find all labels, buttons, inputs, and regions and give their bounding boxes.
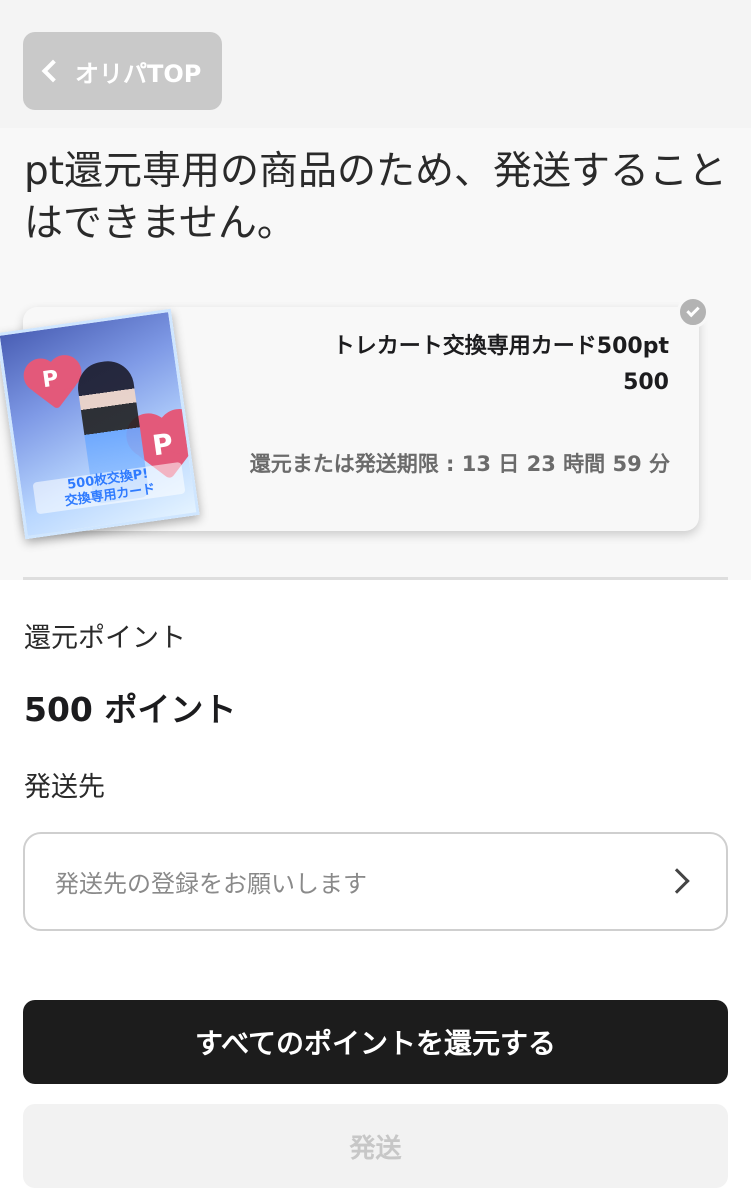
address-field[interactable]: 発送先の登録をお願いします [23, 832, 728, 931]
check-icon [677, 296, 709, 328]
address-label: 発送先 [24, 772, 105, 803]
p-mark: P [40, 366, 61, 394]
top-bar: オリパTOP [0, 0, 751, 128]
notice-text: pt還元専用の商品のため、発送することはできません。 [24, 149, 728, 246]
back-button[interactable]: オリパTOP [23, 32, 222, 110]
chevron-right-icon [664, 868, 690, 894]
address-placeholder: 発送先の登録をお願いします [55, 870, 367, 898]
page: オリパTOP pt還元専用の商品のため、発送することはできません。 P P 50… [0, 0, 751, 1199]
checkmark-icon [686, 303, 700, 318]
points-value: 500 ポイント [24, 690, 237, 729]
card-deadline: 還元または発送期限 : 13 日 23 時間 59 分 [249, 452, 670, 476]
p-mark: P [150, 426, 176, 463]
chevron-left-icon [41, 59, 65, 83]
points-label: 還元ポイント [24, 623, 186, 654]
card-value: 500 [623, 370, 669, 395]
return-all-points-button[interactable]: すべてのポイントを還元する [23, 1000, 728, 1084]
card-image: P P 500枚交換P! 交換専用カード [0, 308, 200, 540]
card-title: トレカート交換専用カード500pt [332, 334, 669, 359]
ship-button[interactable]: 発送 [23, 1104, 728, 1188]
back-button-label: オリパTOP [75, 59, 202, 88]
